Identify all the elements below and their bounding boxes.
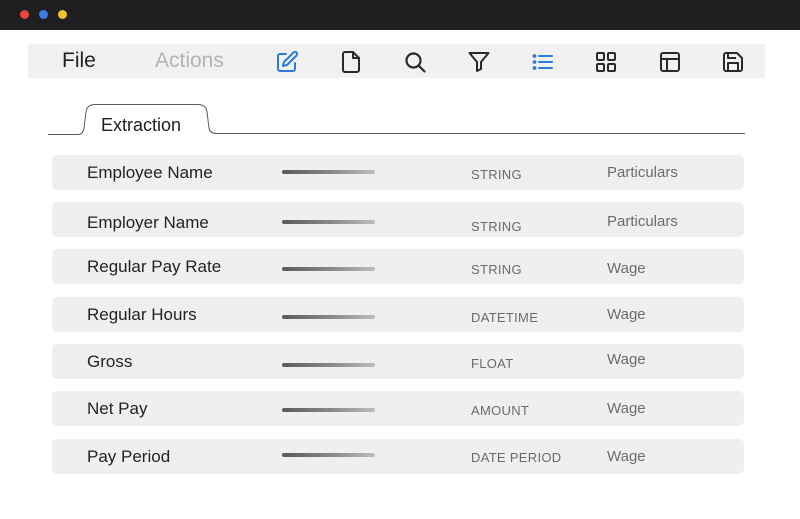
field-value-bar [282, 453, 375, 457]
field-row[interactable]: Regular Pay Rate STRING Wage [52, 249, 744, 284]
filter-icon [468, 52, 490, 72]
field-type: FLOAT [471, 356, 514, 371]
toolbar: File Actions [28, 44, 765, 78]
field-name: Net Pay [87, 399, 148, 418]
field-name: Employer Name [87, 213, 209, 232]
field-type: DATE PERIOD [471, 450, 562, 465]
maximize-window-button[interactable] [58, 10, 67, 19]
field-category: Wage [607, 260, 646, 277]
edit-icon [277, 50, 299, 72]
field-value-bar [282, 170, 375, 174]
field-category: Wage [607, 351, 646, 368]
filter-button[interactable] [466, 49, 492, 75]
field-row[interactable]: Regular Hours DATETIME Wage [52, 297, 744, 332]
field-category: Wage [607, 400, 646, 417]
field-row[interactable]: Employee Name STRING Particulars [52, 155, 744, 190]
save-button[interactable] [720, 49, 746, 75]
layout-button[interactable] [657, 49, 683, 75]
field-type: STRING [471, 219, 522, 234]
search-button[interactable] [402, 49, 428, 75]
field-value-bar [282, 408, 375, 412]
document-icon [342, 51, 360, 73]
save-icon [723, 52, 743, 72]
list-icon [532, 54, 553, 70]
minimize-window-button[interactable] [39, 10, 48, 19]
grid-icon [596, 52, 616, 72]
edit-button[interactable] [274, 49, 300, 75]
field-name: Regular Hours [87, 305, 197, 324]
field-value-bar [282, 363, 375, 367]
layout-icon [660, 52, 680, 72]
field-name: Employee Name [87, 163, 213, 182]
close-window-button[interactable] [20, 10, 29, 19]
field-row[interactable]: Pay Period DATE PERIOD Wage [52, 439, 744, 474]
field-row[interactable]: Employer Name STRING Particulars [52, 202, 744, 237]
field-value-bar [282, 220, 375, 224]
new-document-button[interactable] [338, 49, 364, 75]
field-type: DATETIME [471, 310, 539, 325]
field-value-bar [282, 315, 375, 319]
tab-extraction[interactable]: Extraction [101, 115, 181, 136]
field-type: AMOUNT [471, 403, 530, 418]
menu-actions[interactable]: Actions [155, 50, 224, 72]
field-row[interactable]: Gross FLOAT Wage [52, 344, 744, 379]
field-category: Particulars [607, 164, 678, 181]
field-category: Wage [607, 306, 646, 323]
field-name: Pay Period [87, 447, 171, 466]
field-type: STRING [471, 262, 522, 277]
search-icon [405, 52, 426, 73]
field-row[interactable]: Net Pay AMOUNT Wage [52, 391, 744, 426]
field-name: Regular Pay Rate [87, 257, 222, 276]
field-value-bar [282, 267, 375, 271]
field-name: Gross [87, 352, 133, 371]
field-category: Wage [607, 448, 646, 465]
window-titlebar [0, 0, 800, 30]
field-type: STRING [471, 167, 522, 182]
list-view-button[interactable] [530, 49, 556, 75]
grid-view-button[interactable] [593, 49, 619, 75]
menu-file[interactable]: File [62, 50, 96, 72]
field-category: Particulars [607, 213, 678, 230]
